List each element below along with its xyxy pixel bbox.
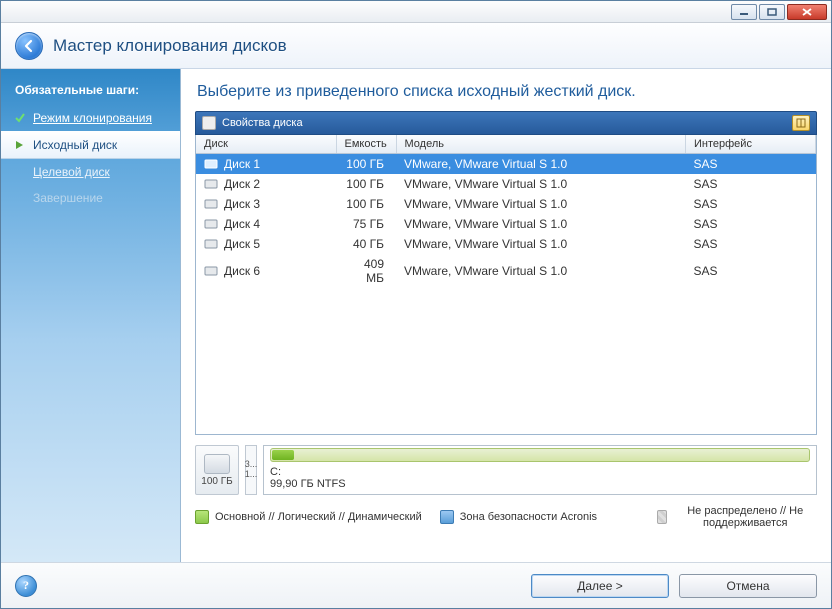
table-row[interactable]: Диск 2 100 ГБVMware, VMware Virtual S 1.0…	[196, 174, 816, 194]
step-label: Режим клонирования	[33, 111, 152, 125]
col-capacity[interactable]: Емкость	[336, 135, 396, 154]
col-interface[interactable]: Интерфейс	[686, 135, 816, 154]
partition-disk-icon: 100 ГБ	[195, 445, 239, 495]
disk-capacity: 100 ГБ	[336, 194, 396, 214]
disk-interface: SAS	[686, 174, 816, 194]
table-row[interactable]: Диск 4 75 ГБVMware, VMware Virtual S 1.0S…	[196, 214, 816, 234]
sidebar-step: Завершение	[1, 185, 180, 211]
disk-interface: SAS	[686, 254, 816, 288]
disk-name: Диск 4	[224, 217, 260, 231]
volume-letter: C:	[270, 466, 281, 478]
disk-properties-toolbar: Свойства диска	[195, 111, 817, 135]
content-area: Обязательные шаги: Режим клонирования Исх…	[1, 69, 831, 562]
close-icon	[802, 8, 812, 16]
partition-disk-size: 100 ГБ	[201, 476, 232, 487]
disk-interface: SAS	[686, 194, 816, 214]
disk-capacity: 40 ГБ	[336, 234, 396, 254]
legend-unallocated: Не распределено // Не поддерживается	[657, 505, 817, 529]
table-row[interactable]: Диск 1 100 ГБVMware, VMware Virtual S 1.0…	[196, 154, 816, 175]
partition-layout: 100 ГБ 3... 1... C: 99,90 ГБ NTFS	[195, 445, 817, 495]
partition-main-segment[interactable]: C: 99,90 ГБ NTFS	[263, 445, 817, 495]
disk-capacity: 75 ГБ	[336, 214, 396, 234]
legend-swatch-blue	[440, 510, 454, 524]
minimize-icon	[739, 8, 749, 16]
step-label: Исходный диск	[33, 138, 117, 152]
disk-capacity: 409 МБ	[336, 254, 396, 288]
disk-name: Диск 6	[224, 264, 260, 278]
close-button[interactable]	[787, 4, 827, 20]
table-row[interactable]: Диск 3 100 ГБVMware, VMware Virtual S 1.0…	[196, 194, 816, 214]
titlebar	[1, 1, 831, 23]
cancel-button[interactable]: Отмена	[679, 574, 817, 598]
col-model[interactable]: Модель	[396, 135, 686, 154]
partition-usage-fill	[272, 450, 294, 460]
disk-name: Диск 2	[224, 177, 260, 191]
check-icon	[14, 112, 26, 124]
disk-icon	[204, 238, 218, 250]
main-panel: Выберите из приведенного списка исходный…	[181, 69, 831, 562]
arrow-left-icon	[22, 39, 36, 53]
disk-name: Диск 3	[224, 197, 260, 211]
steps-sidebar: Обязательные шаги: Режим клонирования Исх…	[1, 69, 181, 562]
sidebar-step[interactable]: Целевой диск	[1, 159, 180, 185]
wizard-title: Мастер клонирования дисков	[53, 36, 287, 56]
properties-icon	[202, 116, 216, 130]
legend-swatch-green	[195, 510, 209, 524]
disk-model: VMware, VMware Virtual S 1.0	[396, 214, 686, 234]
partition-usage-bar	[270, 448, 810, 462]
disk-model: VMware, VMware Virtual S 1.0	[396, 234, 686, 254]
instruction-text: Выберите из приведенного списка исходный…	[181, 69, 831, 111]
disk-icon	[204, 218, 218, 230]
legend-primary: Основной // Логический // Динамический	[195, 510, 422, 524]
partition-small-segment[interactable]: 3... 1...	[245, 445, 257, 495]
disk-icon	[204, 178, 218, 190]
step-label: Завершение	[33, 191, 103, 205]
arrow-right-icon	[14, 139, 26, 151]
back-button[interactable]	[15, 32, 43, 60]
sidebar-step[interactable]: Режим клонирования	[1, 105, 180, 131]
col-disk[interactable]: Диск	[196, 135, 336, 154]
disk-table[interactable]: Диск Емкость Модель Интерфейс Диск 1 100 …	[195, 135, 817, 435]
maximize-icon	[767, 8, 777, 16]
disk-interface: SAS	[686, 214, 816, 234]
toolbar-label: Свойства диска	[222, 117, 303, 129]
column-chooser-button[interactable]	[792, 115, 810, 131]
minimize-button[interactable]	[731, 4, 757, 20]
wizard-window: Мастер клонирования дисков Обязательные …	[0, 0, 832, 609]
wizard-header: Мастер клонирования дисков	[1, 23, 831, 69]
footer: ? Далее > Отмена	[1, 562, 831, 608]
legend-swatch-hatch	[657, 510, 667, 524]
sidebar-step[interactable]: Исходный диск	[1, 131, 180, 159]
next-button[interactable]: Далее >	[531, 574, 669, 598]
disk-name: Диск 5	[224, 237, 260, 251]
disk-capacity: 100 ГБ	[336, 154, 396, 175]
disk-icon	[204, 158, 218, 170]
disk-model: VMware, VMware Virtual S 1.0	[396, 174, 686, 194]
hdd-icon	[204, 454, 230, 474]
maximize-button[interactable]	[759, 4, 785, 20]
disk-model: VMware, VMware Virtual S 1.0	[396, 194, 686, 214]
step-label: Целевой диск	[33, 165, 110, 179]
legend: Основной // Логический // Динамический З…	[195, 505, 817, 529]
disk-icon	[204, 265, 218, 277]
disk-name: Диск 1	[224, 157, 260, 171]
help-button[interactable]: ?	[15, 575, 37, 597]
sidebar-heading: Обязательные шаги:	[1, 79, 180, 105]
columns-icon	[796, 118, 806, 128]
disk-capacity: 100 ГБ	[336, 174, 396, 194]
disk-interface: SAS	[686, 234, 816, 254]
table-row[interactable]: Диск 6 409 МБVMware, VMware Virtual S 1.0…	[196, 254, 816, 288]
disk-icon	[204, 198, 218, 210]
disk-model: VMware, VMware Virtual S 1.0	[396, 154, 686, 175]
disk-model: VMware, VMware Virtual S 1.0	[396, 254, 686, 288]
disk-interface: SAS	[686, 154, 816, 175]
volume-info: 99,90 ГБ NTFS	[270, 478, 346, 490]
table-row[interactable]: Диск 5 40 ГБVMware, VMware Virtual S 1.0S…	[196, 234, 816, 254]
legend-zone: Зона безопасности Acronis	[440, 510, 597, 524]
